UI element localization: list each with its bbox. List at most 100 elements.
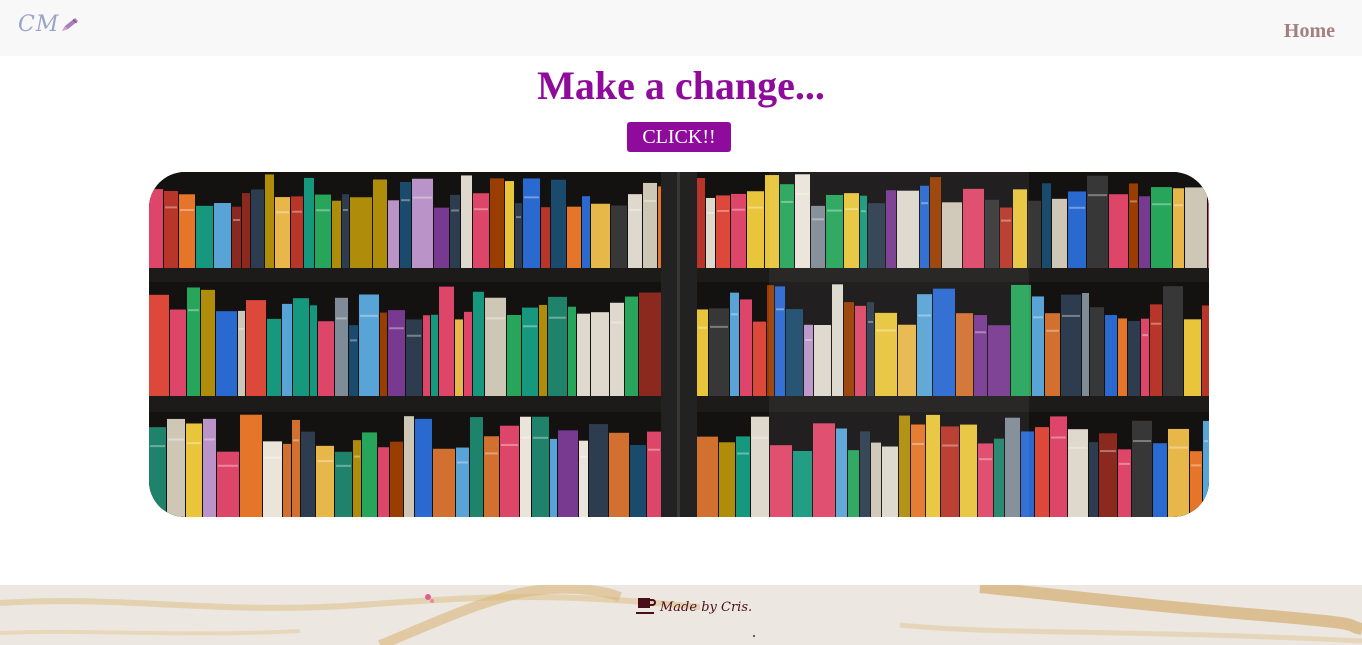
- book-spine: [1203, 420, 1209, 517]
- book-spine: [730, 292, 739, 396]
- book-spine: [473, 291, 484, 396]
- book-spine: [485, 297, 506, 396]
- book-spine: [706, 197, 715, 268]
- book-spine: [1118, 449, 1131, 517]
- book-spine: [461, 175, 472, 268]
- book-spine: [1032, 296, 1044, 396]
- book-spine: [1184, 319, 1201, 396]
- book-spine: [747, 191, 764, 268]
- book-spine: [388, 310, 405, 396]
- book-spine: [1105, 315, 1117, 396]
- book-spine: [240, 414, 262, 517]
- book-spine: [378, 447, 389, 517]
- book-spine: [1163, 286, 1183, 396]
- book-spine: [625, 296, 638, 396]
- book-spine: [267, 318, 281, 396]
- book-spine: [335, 451, 352, 517]
- book-spine: [515, 203, 522, 268]
- book-spine: [1068, 191, 1086, 268]
- book-spine: [373, 179, 387, 268]
- book-spine: [201, 289, 215, 396]
- book-spine: [342, 194, 349, 268]
- book-spine: [1050, 416, 1067, 517]
- book-spine: [1202, 305, 1209, 396]
- book-spine: [740, 299, 752, 396]
- book-spine: [380, 312, 387, 396]
- book-spine: [1090, 307, 1104, 396]
- book-spine: [1129, 183, 1138, 268]
- book-spine: [1168, 428, 1189, 517]
- book-spine: [464, 311, 472, 396]
- book-spine: [196, 205, 213, 268]
- book-spine: [390, 441, 403, 517]
- book-spine: [439, 286, 454, 396]
- book-spine: [1139, 196, 1150, 268]
- book-spine: [582, 196, 590, 268]
- book-spine: [433, 448, 455, 517]
- book-spine: [1153, 443, 1167, 517]
- click-button[interactable]: CLICK!!: [627, 122, 731, 152]
- book-spine: [639, 292, 661, 396]
- book-spine: [1087, 175, 1108, 268]
- book-spine: [170, 309, 186, 396]
- book-spine: [470, 417, 483, 517]
- book-spine: [292, 419, 300, 517]
- brand-logo[interactable]: CM: [18, 12, 79, 37]
- book-spine: [415, 418, 432, 517]
- nav-link-home[interactable]: Home: [1284, 20, 1335, 43]
- book-spine: [719, 442, 735, 517]
- book-spine: [630, 444, 646, 517]
- book-spine: [523, 178, 540, 268]
- book-spine: [388, 200, 399, 268]
- book-spine: [434, 207, 449, 268]
- book-spine: [149, 427, 166, 517]
- book-spine: [332, 200, 341, 268]
- book-spine: [609, 432, 629, 517]
- book-spine: [203, 418, 216, 517]
- coffee-cup-icon: [636, 598, 656, 614]
- book-spine: [716, 195, 730, 268]
- book-spine: [362, 432, 377, 517]
- book-spine: [697, 178, 705, 268]
- book-spine: [310, 305, 317, 396]
- book-spine: [412, 178, 433, 268]
- book-spine: [541, 207, 550, 268]
- book-spine: [217, 451, 239, 517]
- book-spine: [658, 186, 661, 268]
- book-spine: [263, 441, 282, 517]
- book-spine: [1042, 183, 1051, 268]
- book-spine: [431, 314, 438, 396]
- book-spine: [591, 203, 610, 268]
- book-spine: [316, 445, 334, 517]
- book-spine: [232, 206, 241, 268]
- book-spine: [246, 300, 266, 396]
- pencil-icon: [62, 18, 79, 31]
- book-spine: [293, 298, 309, 396]
- book-spine: [551, 179, 566, 268]
- book-spine: [283, 443, 291, 517]
- book-spine: [1109, 194, 1128, 268]
- book-spine: [484, 436, 499, 517]
- book-spine: [500, 425, 519, 517]
- book-spine: [359, 294, 379, 396]
- book-spine: [1128, 321, 1140, 396]
- book-spine: [291, 196, 303, 268]
- page-title: Make a change...: [537, 63, 825, 108]
- book-spine: [1082, 293, 1089, 396]
- book-spine: [349, 325, 358, 396]
- book-spine: [579, 440, 588, 517]
- book-spine: [753, 321, 766, 396]
- book-spine: [490, 178, 504, 268]
- book-spine: [1118, 318, 1127, 396]
- book-spine: [522, 307, 538, 396]
- book-spine: [282, 303, 292, 396]
- book-spine: [164, 190, 178, 268]
- book-spine: [1190, 451, 1202, 517]
- book-spine: [1028, 200, 1041, 268]
- book-spine: [335, 297, 348, 396]
- book-spine: [643, 182, 657, 268]
- book-spine: [473, 193, 489, 268]
- book-spine: [406, 319, 422, 396]
- book-spine: [558, 430, 578, 517]
- book-spine: [450, 194, 460, 268]
